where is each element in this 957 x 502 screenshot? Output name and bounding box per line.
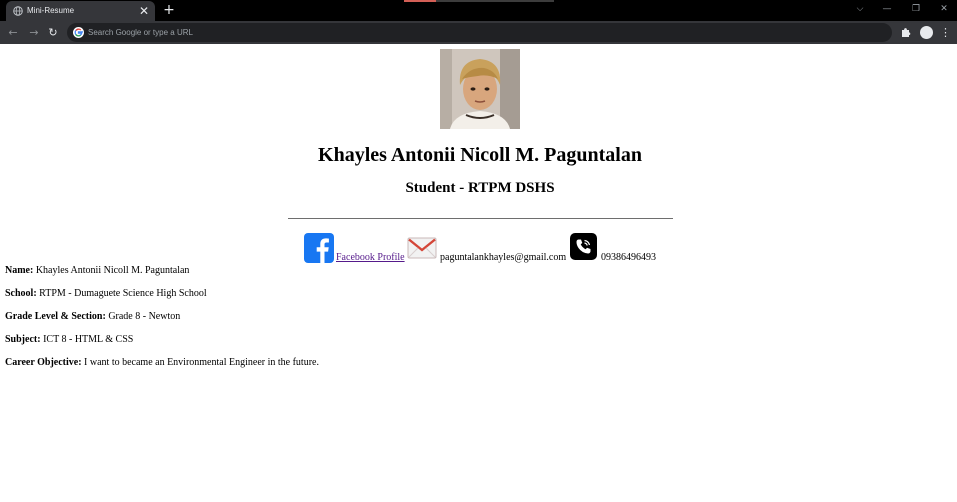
detail-label: Career Objective: xyxy=(5,357,82,368)
page-subtitle: Student - RTPM DSHS xyxy=(405,180,555,196)
divider xyxy=(288,218,673,219)
forward-button[interactable]: → xyxy=(27,25,41,40)
tab-mini-resume[interactable]: Mini-Resume ✕ xyxy=(6,1,155,21)
restore-button[interactable]: ❐ xyxy=(909,3,923,15)
browser-toolbar: ← → ↻ ⋮ xyxy=(0,21,957,44)
page-title: Khayles Antonii Nicoll M. Paguntalan xyxy=(318,144,642,166)
extensions-puzzle-icon[interactable] xyxy=(900,26,912,38)
detail-value: ICT 8 - HTML & CSS xyxy=(43,334,134,345)
search-input[interactable] xyxy=(88,25,868,40)
detail-value: Grade 8 - Newton xyxy=(108,311,181,322)
phone-number: 09386496493 xyxy=(601,252,656,263)
facebook-profile-link[interactable]: Facebook Profile xyxy=(336,252,405,264)
phone-icon xyxy=(570,233,597,260)
detail-label: School: xyxy=(5,288,37,299)
detail-name: Name: Khayles Antonii Nicoll M. Paguntal… xyxy=(5,265,189,277)
resume-page: Khayles Antonii Nicoll M. Paguntalan Stu… xyxy=(0,44,957,502)
detail-label: Name: xyxy=(5,265,34,276)
detail-subject: Subject: ICT 8 - HTML & CSS xyxy=(5,334,133,346)
accent-mark xyxy=(404,0,436,2)
reload-button[interactable]: ↻ xyxy=(46,25,60,40)
globe-icon xyxy=(13,6,23,16)
tab-close-icon[interactable]: ✕ xyxy=(138,4,150,18)
google-icon xyxy=(73,27,84,38)
tab-search-chevron-icon[interactable]: ⌵ xyxy=(853,3,867,15)
window-accent-strip xyxy=(404,0,554,2)
new-tab-button[interactable]: + xyxy=(162,2,176,18)
browser-menu-icon[interactable]: ⋮ xyxy=(940,25,951,40)
detail-label: Grade Level & Section: xyxy=(5,311,106,322)
email-icon xyxy=(407,237,437,259)
email-address: paguntalankhayles@gmail.com xyxy=(440,252,567,263)
tab-title: Mini-Resume xyxy=(27,6,75,15)
back-button[interactable]: ← xyxy=(6,25,20,40)
minimize-button[interactable]: — xyxy=(880,3,894,15)
address-bar[interactable] xyxy=(67,23,892,42)
profile-avatar[interactable] xyxy=(920,26,933,39)
detail-value: I want to became an Environmental Engine… xyxy=(84,357,319,368)
facebook-icon[interactable] xyxy=(304,233,334,263)
detail-label: Subject: xyxy=(5,334,41,345)
tab-strip: Mini-Resume ✕ + ⌵ — ❐ ✕ xyxy=(0,0,957,21)
close-window-button[interactable]: ✕ xyxy=(937,3,951,15)
detail-school: School: RTPM - Dumaguete Science High Sc… xyxy=(5,288,207,300)
detail-value: Khayles Antonii Nicoll M. Paguntalan xyxy=(35,265,190,276)
detail-value: RTPM - Dumaguete Science High School xyxy=(39,288,207,299)
contact-row: Facebook Profile paguntalankhayles@gmail… xyxy=(0,233,957,267)
profile-photo xyxy=(440,49,520,129)
detail-grade-section: Grade Level & Section: Grade 8 - Newton xyxy=(5,311,180,323)
detail-career-objective: Career Objective: I want to became an En… xyxy=(5,357,319,369)
